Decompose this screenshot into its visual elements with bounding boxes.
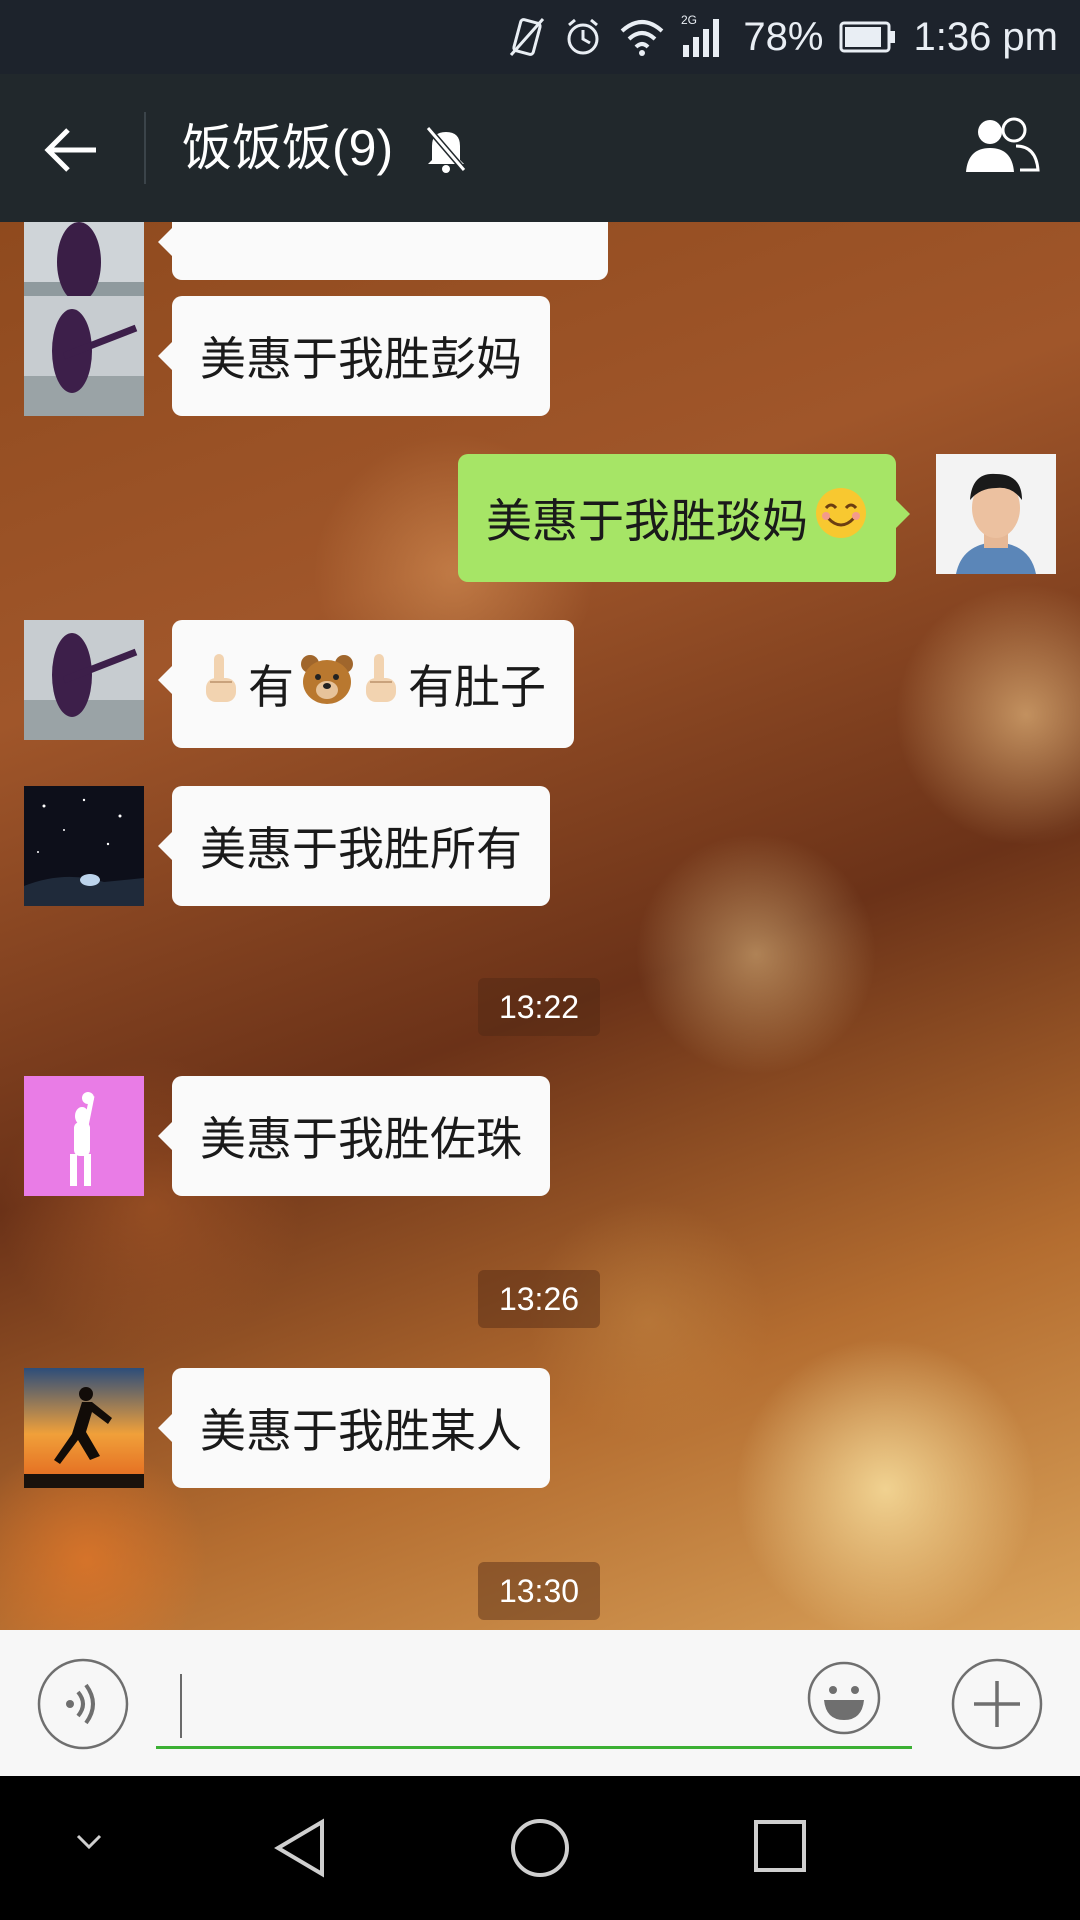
avatar[interactable] [24,1076,144,1196]
chat-bubble[interactable]: 美惠于我胜所有 [158,786,550,906]
message-text: 美惠于我胜彭妈 [200,332,522,386]
header-divider [144,112,146,184]
message-text: 有 [248,660,294,714]
signal-icon: 2G [681,13,727,61]
message-input-bar [0,1630,1080,1776]
battery-percent: 78% [743,14,824,59]
clock: 1:36 pm [913,14,1058,59]
group-members-icon[interactable] [960,114,1040,178]
chat-bubble[interactable]: 有 有肚子 [158,620,574,748]
system-nav-bar [0,1776,1080,1920]
svg-text:2G: 2G [681,13,697,27]
message-text: 美惠于我胜佐珠 [200,1112,522,1166]
message-text: 美惠于我胜琰妈 [486,494,808,548]
sent-chat-bubble[interactable]: 美惠于我胜琰妈 [458,454,910,582]
pointing-up-emoji-icon [200,652,242,717]
smiling-face-emoji-icon [814,486,868,551]
timestamp: 13:30 [478,1562,600,1620]
alarm-icon [563,15,603,59]
nav-recents-icon[interactable] [752,1818,808,1874]
bell-off-icon [422,124,470,174]
voice-input-icon[interactable] [36,1657,130,1751]
chat-bubble[interactable]: 美惠于我胜佐珠 [158,1076,550,1196]
message-list[interactable]: 美惠于我胜彭妈 美惠于我胜琰妈 有 有肚子 美惠于我胜所有 13:22 美惠于我… [0,222,1080,1630]
message-text: 美惠于我胜所有 [200,822,522,876]
hide-keyboard-icon[interactable] [74,1832,104,1852]
battery-icon [839,20,897,54]
back-arrow-icon[interactable] [40,118,104,182]
avatar[interactable] [24,296,144,416]
text-cursor [180,1674,182,1738]
chat-header: 饭饭饭(9) [0,74,1080,222]
emoji-button-icon[interactable] [806,1660,882,1736]
chat-title[interactable]: 饭饭饭(9) [182,74,393,222]
chat-bubble[interactable]: 美惠于我胜彭妈 [158,296,550,416]
chat-bubble[interactable] [158,222,608,280]
pointing-up-emoji-icon [360,652,402,717]
self-avatar[interactable] [936,454,1056,574]
avatar[interactable] [24,786,144,906]
nav-back-icon[interactable] [272,1816,328,1880]
message-input[interactable] [156,1660,912,1749]
plus-button-icon[interactable] [950,1657,1044,1751]
bear-face-emoji-icon [298,652,356,717]
timestamp: 13:22 [478,978,600,1036]
nav-home-icon[interactable] [508,1816,572,1880]
message-text: 有肚子 [408,660,546,714]
avatar[interactable] [24,1368,144,1488]
vibrate-icon [507,15,547,59]
message-text: 美惠于我胜某人 [200,1404,522,1458]
chat-bubble[interactable]: 美惠于我胜某人 [158,1368,550,1488]
chat-screen: 2G 78% 1:36 pm 饭饭饭(9) 美惠于我胜彭妈 美惠于我胜琰妈 有 … [0,0,1080,1920]
status-bar: 2G 78% 1:36 pm [0,0,1080,74]
timestamp: 13:26 [478,1270,600,1328]
avatar[interactable] [24,620,144,740]
wifi-icon [619,17,665,57]
